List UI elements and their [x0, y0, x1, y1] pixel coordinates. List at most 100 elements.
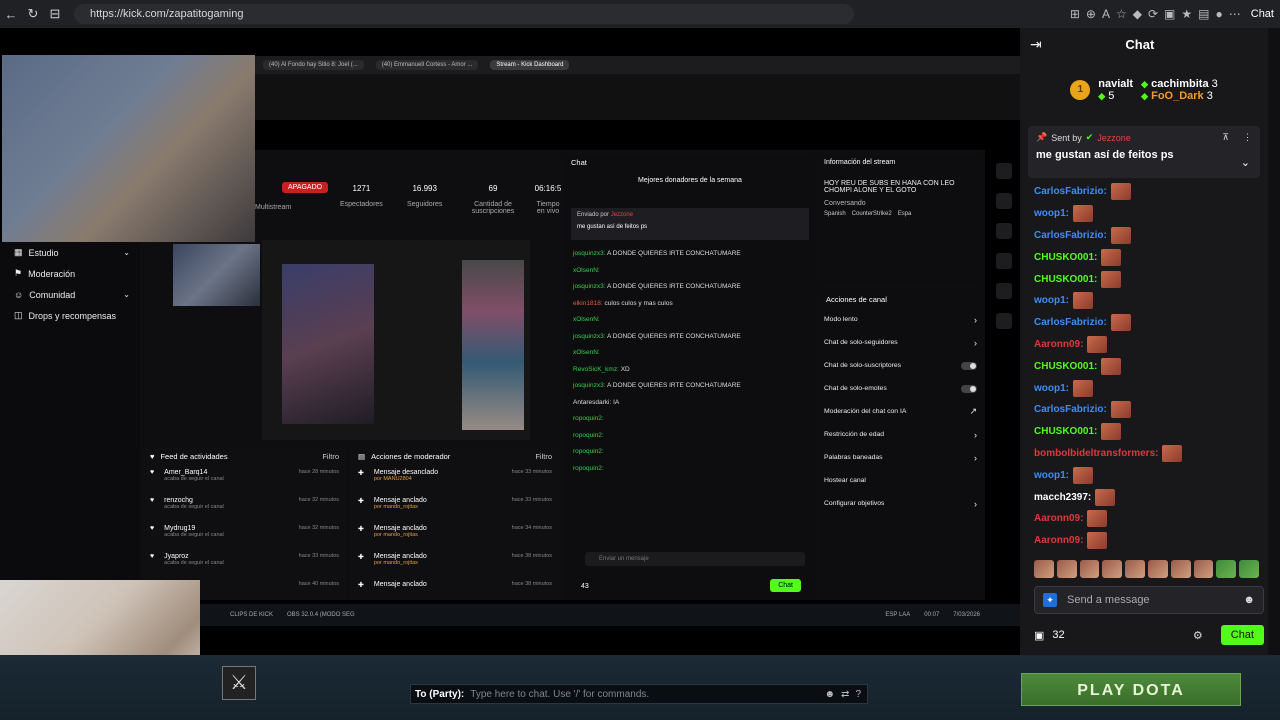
taskbar-item[interactable]: CLIPS DE KICK [230, 612, 273, 618]
chat-message[interactable]: woop1: [1034, 464, 1264, 486]
chat-username[interactable]: CHUSKO001: [1034, 426, 1097, 437]
sidebar-item-drops[interactable]: ◫ Drops y recompensas [0, 305, 140, 326]
chat-username[interactable]: CHUSKO001: [1034, 252, 1097, 263]
emote[interactable] [1239, 560, 1259, 578]
channel-action[interactable]: Moderación del chat con IA ↗ [818, 400, 983, 423]
chat-message[interactable]: woop1: [1034, 203, 1264, 225]
mod-filter-button[interactable]: Filtro [535, 452, 552, 461]
chat-message[interactable]: CarlosFabrizio: [1034, 399, 1264, 421]
back-icon[interactable]: ← [0, 7, 22, 22]
address-bar[interactable]: https://kick.com/zapatitogaming [74, 4, 854, 24]
split-screen-icon[interactable]: ▣ [1164, 7, 1175, 21]
emote[interactable] [1034, 560, 1054, 578]
emoji-icon[interactable]: ☻ [825, 689, 836, 700]
chat-username[interactable]: Aaronn09: [1034, 513, 1083, 524]
chat-username[interactable]: CarlosFabrizio: [1034, 186, 1107, 197]
emote[interactable] [1102, 560, 1123, 578]
emote[interactable] [1216, 560, 1237, 578]
send-message-input[interactable]: ✦ Send a message ☻ [1034, 586, 1264, 614]
chat-message[interactable]: CarlosFabrizio: [1034, 225, 1264, 247]
channel-action[interactable]: Chat de solo-emotes [818, 377, 983, 400]
collections-icon[interactable]: ▤ [1198, 7, 1209, 21]
emote[interactable] [1147, 560, 1168, 578]
sidebar-item-estudio[interactable]: ▦ Estudio ⌄ [0, 242, 140, 263]
dash-tab-3[interactable]: Stream - Kick Dashboard [490, 60, 570, 70]
toggle-switch[interactable] [961, 384, 977, 393]
translate-icon[interactable]: ⇄ [841, 689, 849, 700]
channel-action[interactable]: Palabras baneadas › [818, 446, 983, 469]
channel-action[interactable]: Hostear canal [818, 469, 983, 492]
tool-icon[interactable] [996, 253, 1012, 269]
emote[interactable] [1125, 560, 1145, 578]
taskbar-item[interactable]: OBS 32.0.4 (MODO SEG [287, 612, 355, 618]
dash-tab-2[interactable]: (40) Emmanuell Cortess - Amor ... [375, 60, 479, 70]
chat-message[interactable]: woop1: [1034, 290, 1264, 312]
sidebar-item-moderacion[interactable]: ⚑ Moderación [0, 263, 140, 284]
profile-icon[interactable]: ● [1216, 7, 1223, 21]
tool-icon[interactable] [996, 193, 1012, 209]
chat-message[interactable]: CHUSKO001: [1034, 268, 1264, 290]
channel-action[interactable]: Restricción de edad › [818, 423, 983, 446]
refresh-ext-icon[interactable]: ⟳ [1148, 7, 1158, 21]
hero-icon[interactable]: ⚔ [222, 666, 256, 700]
gifter[interactable]: ◆ cachimbita 3 ◆ FoO_Dark 3 [1141, 78, 1218, 102]
chat-message[interactable]: CHUSKO001: [1034, 421, 1264, 443]
chat-message[interactable]: bombolbideltransformers: [1034, 443, 1264, 465]
feed-filter-button[interactable]: Filtro [322, 452, 339, 461]
zoom-icon[interactable]: ⊕ [1086, 7, 1096, 21]
collapse-chat-icon[interactable]: ⇥ [1030, 36, 1042, 53]
gifter[interactable]: navialt ◆ 5 [1098, 78, 1133, 102]
play-dota-button[interactable]: PLAY DOTA [1021, 673, 1241, 706]
favorite-icon[interactable]: ☆ [1116, 7, 1127, 21]
chat-username[interactable]: CarlosFabrizio: [1034, 230, 1107, 241]
emote[interactable] [1193, 560, 1214, 578]
emote-picker-icon[interactable]: ✦ [1043, 593, 1057, 607]
tool-icon[interactable] [996, 283, 1012, 299]
chat-message[interactable]: woop1: [1034, 377, 1264, 399]
copilot-chat-button[interactable]: Chat [1247, 8, 1274, 20]
dash-tab-1[interactable]: (40) Al Fondo hay Sitio 8: Joel (... [263, 60, 364, 70]
translate-icon[interactable]: ⊞ [1070, 7, 1080, 21]
tool-icon[interactable] [996, 163, 1012, 179]
tag[interactable]: CounterStrike2 [852, 211, 892, 217]
channel-action[interactable]: Configurar objetivos › [818, 492, 983, 515]
emote[interactable] [1056, 560, 1077, 578]
chat-username[interactable]: Aaronn09: [1034, 339, 1083, 350]
read-aloud-icon[interactable]: A [1102, 7, 1110, 21]
chat-username[interactable]: CarlosFabrizio: [1034, 317, 1107, 328]
site-info-icon[interactable]: ⊟ [44, 6, 66, 22]
unpin-icon[interactable]: ⊼ [1222, 132, 1229, 143]
chevron-down-icon[interactable]: ⌄ [1241, 156, 1250, 169]
chat-message[interactable]: CHUSKO001: [1034, 246, 1264, 268]
chat-username[interactable]: CHUSKO001: [1034, 361, 1097, 372]
page-scrollbar[interactable] [1268, 28, 1280, 655]
chat-message[interactable]: Aaronn09: [1034, 530, 1264, 552]
chat-message[interactable]: macch2397: [1034, 486, 1264, 508]
sidebar-item-comunidad[interactable]: ☺ Comunidad ⌄ [0, 284, 140, 305]
chat-username[interactable]: woop1: [1034, 470, 1069, 481]
tool-icon[interactable] [996, 313, 1012, 329]
dashboard-chat-input[interactable]: Enviar un mensaje [585, 552, 805, 566]
more-icon[interactable]: ⋮ [1243, 132, 1252, 143]
chat-username[interactable]: Aaronn09: [1034, 535, 1083, 546]
extension-icon[interactable]: ◆ [1133, 7, 1142, 21]
chat-message[interactable]: CarlosFabrizio: [1034, 181, 1264, 203]
more-icon[interactable]: ⋯ [1229, 7, 1241, 21]
chat-username[interactable]: CarlosFabrizio: [1034, 404, 1107, 415]
chat-message[interactable]: Aaronn09: [1034, 334, 1264, 356]
tag[interactable]: Spanish [824, 211, 846, 217]
reload-icon[interactable]: ↻ [22, 6, 44, 22]
channel-action[interactable]: Modo lento › [818, 308, 983, 331]
chat-username[interactable]: macch2397: [1034, 492, 1091, 503]
chat-message[interactable]: CHUSKO001: [1034, 355, 1264, 377]
chat-username[interactable]: woop1: [1034, 295, 1069, 306]
tool-icon[interactable] [996, 223, 1012, 239]
chat-message[interactable]: Aaronn09: [1034, 508, 1264, 530]
channel-action[interactable]: Chat de solo-seguidores › [818, 331, 983, 354]
emoji-icon[interactable]: ☻ [1243, 594, 1255, 606]
favorites-icon[interactable]: ★ [1181, 7, 1192, 21]
help-icon[interactable]: ? [855, 689, 861, 700]
dota-chat-input[interactable]: To (Party): Type here to chat. Use '/' f… [410, 684, 868, 704]
emote[interactable] [1079, 560, 1100, 578]
dashboard-chat-button[interactable]: Chat [770, 579, 801, 592]
